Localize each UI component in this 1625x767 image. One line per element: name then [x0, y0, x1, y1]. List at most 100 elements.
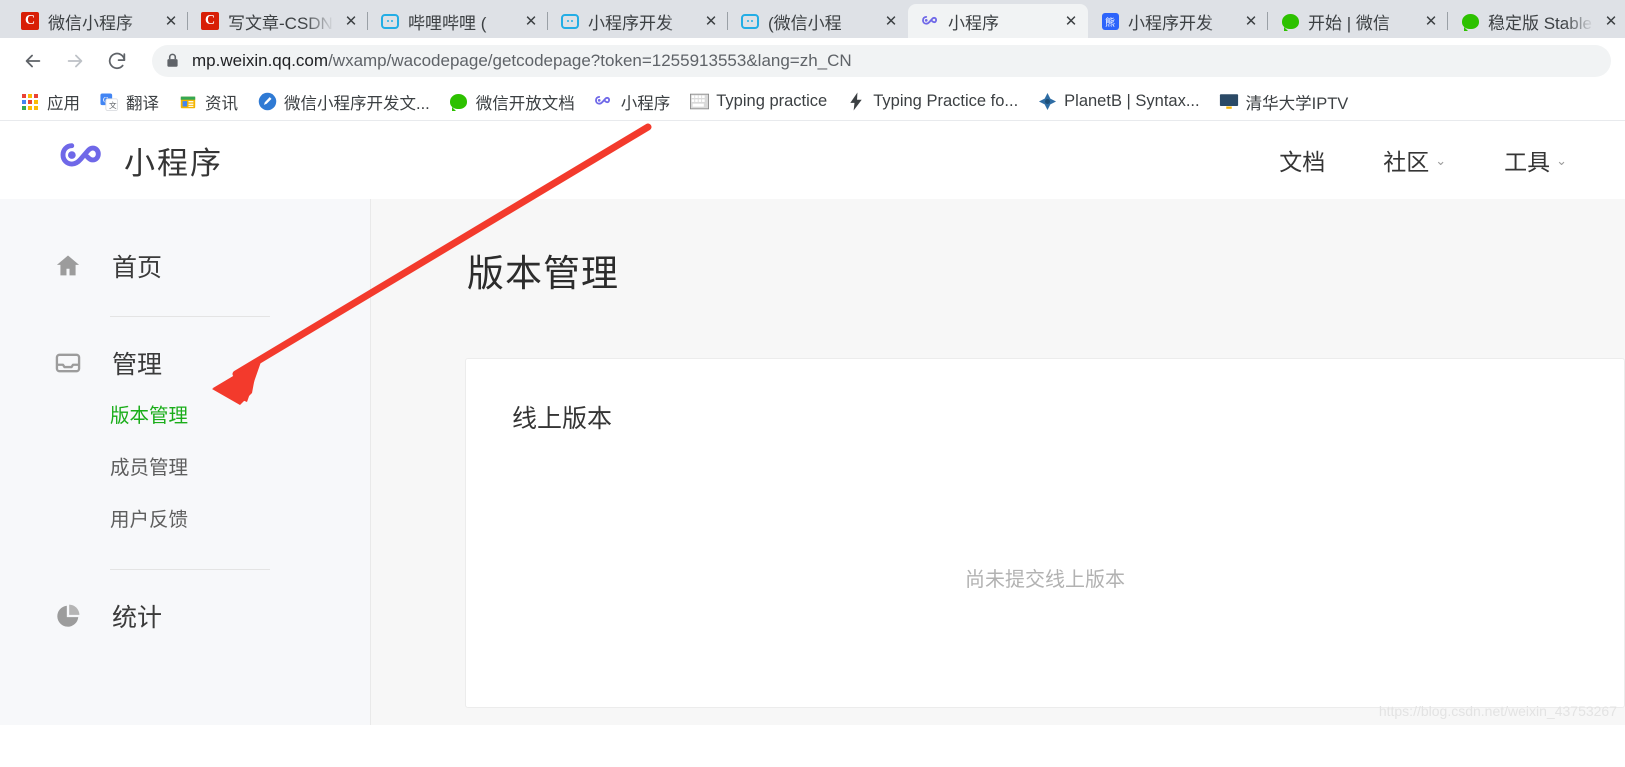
lock-icon	[166, 53, 180, 68]
close-icon[interactable]: ✕	[882, 12, 900, 30]
weapp-icon	[920, 11, 940, 31]
inbox-icon	[54, 349, 82, 377]
wechat-icon	[449, 92, 469, 112]
nav-item-tools[interactable]: 工具 ⌄	[1504, 143, 1567, 177]
sidebar-item-home[interactable]: 首页	[0, 242, 370, 290]
browser-tab[interactable]: 哔哩哔哩 ( ✕	[368, 4, 548, 38]
close-icon[interactable]: ✕	[702, 12, 720, 30]
main-content: 版本管理 线上版本 尚未提交线上版本 https://blog.csdn.net…	[371, 199, 1625, 725]
close-icon[interactable]: ✕	[342, 12, 360, 30]
csdn-icon: C	[200, 11, 220, 31]
page-title: 版本管理	[467, 253, 619, 294]
bilibili-icon	[560, 11, 580, 31]
sidebar-item-statistics[interactable]: 统计	[0, 592, 370, 640]
url-host: mp.weixin.qq.com	[192, 50, 329, 70]
back-button[interactable]	[14, 42, 52, 80]
browser-tab[interactable]: 稳定版 Stable ✕	[1448, 4, 1625, 38]
url-text: mp.weixin.qq.com/wxamp/wacodepage/getcod…	[192, 51, 852, 71]
pie-chart-icon	[54, 602, 82, 630]
nav-item-community[interactable]: 社区 ⌄	[1383, 143, 1446, 177]
google-news-icon	[178, 92, 198, 112]
bookmark-news[interactable]: 资讯	[170, 86, 246, 118]
tab-title: 小程序开发	[1128, 13, 1213, 33]
lightning-icon	[846, 92, 866, 112]
bookmark-translate[interactable]: G 文 翻译	[91, 86, 167, 118]
site-header: 小程序 文档 社区 ⌄ 工具 ⌄	[0, 121, 1625, 199]
wechat-icon	[1280, 11, 1300, 31]
address-bar[interactable]: mp.weixin.qq.com/wxamp/wacodepage/getcod…	[152, 44, 1611, 77]
nav-item-docs[interactable]: 文档	[1279, 143, 1325, 177]
wechat-icon	[1460, 11, 1480, 31]
bookmark-label: 翻译	[126, 94, 159, 113]
close-icon[interactable]: ✕	[1422, 12, 1440, 30]
reload-button[interactable]	[98, 42, 136, 80]
card-title: 线上版本	[512, 405, 613, 433]
bookmark-wechat-doc[interactable]: 微信开放文档	[441, 86, 583, 118]
nav-label: 文档	[1279, 149, 1326, 175]
weapp-logo-icon	[58, 133, 108, 188]
bookmark-weapp[interactable]: 小程序	[586, 86, 679, 118]
bookmark-label: 清华大学IPTV	[1245, 94, 1349, 113]
close-icon[interactable]: ✕	[1062, 12, 1080, 30]
sidebar-label: 管理	[112, 351, 163, 379]
url-path: /wxamp/wacodepage/getcodepage?token=1255…	[328, 50, 852, 70]
site-nav: 文档 社区 ⌄ 工具 ⌄	[1279, 143, 1567, 177]
bookmark-label: Typing practice	[716, 92, 828, 110]
bookmark-tsinghua-iptv[interactable]: 清华大学IPTV	[1211, 86, 1357, 118]
sidebar-item-manage[interactable]: 管理	[0, 339, 370, 387]
sidebar-label: 统计	[112, 604, 163, 632]
bookmarks-bar: 应用 G 文 翻译	[0, 83, 1625, 121]
browser-tab-active[interactable]: 小程序 ✕	[908, 4, 1088, 38]
bookmark-label: 应用	[47, 94, 80, 113]
bookmark-label: Typing Practice fo...	[873, 92, 1019, 110]
browser-tab[interactable]: C 写文章-CSDN ✕	[188, 4, 368, 38]
page-body: 首页 管理 版本管理 成员管理 用户反馈 统计 版本管理 线上版本 尚未提交线上…	[0, 199, 1625, 725]
sidebar-divider	[110, 316, 270, 317]
bookmark-typing-practice-for[interactable]: Typing Practice fo...	[838, 88, 1026, 116]
empty-state-text: 尚未提交线上版本	[965, 569, 1125, 591]
tab-title: 小程序	[948, 13, 999, 33]
csdn-icon: C	[20, 11, 40, 31]
tab-title: 哔哩哔哩 (	[408, 13, 487, 33]
web-page: 小程序 文档 社区 ⌄ 工具 ⌄ 首页 管理 版本管理 成员管理 用户反馈 统计…	[0, 121, 1625, 725]
bilibili-icon	[380, 11, 400, 31]
browser-tab[interactable]: (微信小程 ✕	[728, 4, 908, 38]
browser-tab[interactable]: 小程序开发 ✕	[548, 4, 728, 38]
browser-tab[interactable]: C 微信小程序 ✕	[8, 4, 188, 38]
bookmark-label: 微信小程序开发文...	[284, 94, 430, 113]
bookmark-planetb[interactable]: PlanetB | Syntax...	[1029, 88, 1207, 116]
bookmark-apps[interactable]: 应用	[12, 86, 88, 118]
close-icon[interactable]: ✕	[1602, 12, 1620, 30]
forward-button[interactable]	[56, 42, 94, 80]
svg-text:文: 文	[109, 100, 117, 110]
brand[interactable]: 小程序	[58, 133, 223, 188]
nav-label: 工具	[1504, 149, 1551, 175]
close-icon[interactable]: ✕	[162, 12, 180, 30]
sidebar-label: 首页	[112, 254, 163, 282]
sidebar-item-member-manage[interactable]: 成员管理	[0, 439, 370, 491]
sidebar-item-version-manage[interactable]: 版本管理	[0, 387, 370, 439]
bookmark-typing-practice[interactable]: Typing practice	[681, 88, 835, 116]
close-icon[interactable]: ✕	[522, 12, 540, 30]
bookmark-weapp-doc[interactable]: 微信小程序开发文...	[249, 86, 438, 118]
monitor-icon	[1219, 92, 1239, 112]
bookmark-label: 小程序	[620, 94, 671, 113]
browser-tab[interactable]: 熊 小程序开发 ✕	[1088, 4, 1268, 38]
weapp-doc-icon	[257, 92, 277, 112]
sidebar-item-user-feedback[interactable]: 用户反馈	[0, 491, 370, 543]
keyboard-icon	[689, 92, 709, 112]
google-translate-icon: G 文	[99, 92, 119, 112]
sidebar: 首页 管理 版本管理 成员管理 用户反馈 统计	[0, 199, 371, 725]
tab-title: 稳定版 Stable	[1488, 13, 1592, 33]
tab-title: 微信小程序	[48, 13, 133, 33]
sidebar-divider	[110, 569, 270, 570]
browser-tab[interactable]: 开始 | 微信 ✕	[1268, 4, 1448, 38]
tab-strip: C 微信小程序 ✕ C 写文章-CSDN ✕ 哔哩哔哩 ( ✕ 小程序开发 ✕ …	[0, 0, 1625, 38]
chevron-down-icon: ⌄	[1435, 152, 1447, 168]
home-icon	[54, 252, 82, 280]
bookmark-label: 微信开放文档	[475, 94, 575, 113]
close-icon[interactable]: ✕	[1242, 12, 1260, 30]
tab-title: 开始 | 微信	[1308, 13, 1390, 33]
bookmark-label: 资讯	[205, 94, 238, 113]
browser-toolbar: mp.weixin.qq.com/wxamp/wacodepage/getcod…	[0, 38, 1625, 83]
